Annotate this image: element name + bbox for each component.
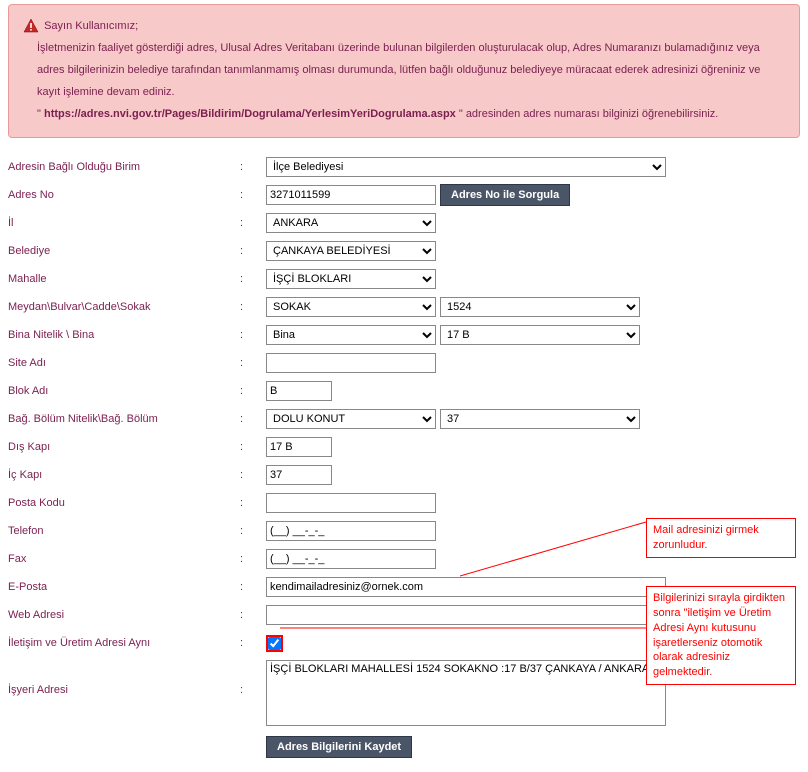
input-blokadi[interactable] [266,381,332,401]
label-adresno: Adres No [8,189,240,201]
select-mahalle[interactable]: İŞÇİ BLOKLARI [266,269,436,289]
input-diskapi[interactable] [266,437,332,457]
input-postakodu[interactable] [266,493,436,513]
warning-title: Sayın Kullanıcımız; [44,20,138,32]
input-eposta[interactable] [266,577,666,597]
label-iletisim: İletişim ve Üretim Adresi Aynı [8,637,240,649]
select-bina-tip[interactable]: Bina [266,325,436,345]
label-cadde: Meydan\Bulvar\Cadde\Sokak [8,301,240,313]
warning-body-1: İşletmenizin faaliyet gösterdiği adres, … [37,37,785,103]
label-mahalle: Mahalle [8,273,240,285]
warning-panel: Sayın Kullanıcımız; İşletmenizin faaliye… [8,4,800,138]
query-button[interactable]: Adres No ile Sorgula [440,184,570,206]
label-belediye: Belediye [8,245,240,257]
warning-icon [23,18,39,34]
input-telefon[interactable] [266,521,436,541]
label-postakodu: Posta Kodu [8,497,240,509]
warning-link-prefix: " [37,108,44,120]
input-adresno[interactable] [266,185,436,205]
textarea-isyeri[interactable]: İŞÇİ BLOKLARI MAHALLESİ 1524 SOKAKNO :17… [266,660,666,726]
input-webadresi[interactable] [266,605,666,625]
checkbox-highlight [266,635,283,652]
select-belediye[interactable]: ÇANKAYA BELEDİYESİ [266,241,436,261]
select-il[interactable]: ANKARA [266,213,436,233]
label-blokadi: Blok Adı [8,385,240,397]
label-webadresi: Web Adresi [8,609,240,621]
label-bina: Bina Nitelik \ Bina [8,329,240,341]
warning-link[interactable]: https://adres.nvi.gov.tr/Pages/Bildirim/… [44,108,456,120]
label-bagbolum: Bağ. Bölüm Nitelik\Bağ. Bölüm [8,413,240,425]
select-cadde-tip[interactable]: SOKAK [266,297,436,317]
label-birim: Adresin Bağlı Olduğu Birim [8,161,240,173]
label-diskapi: Dış Kapı [8,441,240,453]
input-siteadi[interactable] [266,353,436,373]
label-isyeri: İşyeri Adresi [8,660,240,696]
annotation-iletisim: Bilgilerinizi sırayla girdikten sonra "i… [646,586,796,685]
label-fax: Fax [8,553,240,565]
label-siteadi: Site Adı [8,357,240,369]
input-ickapi[interactable] [266,465,332,485]
annotation-mail: Mail adresinizi girmek zorunludur. [646,518,796,558]
select-cadde-no[interactable]: 1524 [440,297,640,317]
select-bagbolum-no[interactable]: 37 [440,409,640,429]
input-fax[interactable] [266,549,436,569]
label-il: İl [8,217,240,229]
select-bina-no[interactable]: 17 B [440,325,640,345]
select-bagbolum-tip[interactable]: DOLU KONUT [266,409,436,429]
warning-link-suffix: " adresinden adres numarası bilginizi öğ… [456,108,719,120]
label-eposta: E-Posta [8,581,240,593]
select-birim[interactable]: İlçe Belediyesi [266,157,666,177]
label-telefon: Telefon [8,525,240,537]
label-ickapi: İç Kapı [8,469,240,481]
checkbox-iletisim[interactable] [268,637,281,650]
